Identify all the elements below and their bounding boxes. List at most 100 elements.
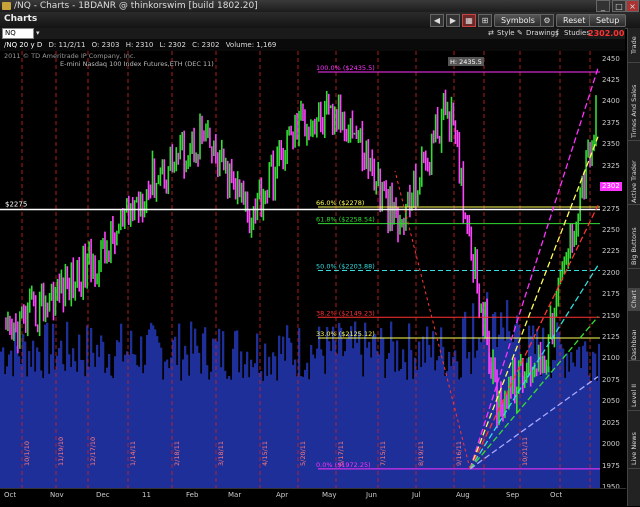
menu-bar: Charts ◀ ▶ ▦ ⊞ Symbols ⚙ Reset Setup: [0, 12, 640, 29]
volume-bar: [492, 314, 495, 488]
side-tab-level-ii[interactable]: Level II: [628, 380, 640, 411]
volume-bar: [232, 348, 235, 488]
price-axis-label: 1975: [602, 461, 620, 470]
minimize-button[interactable]: _: [596, 0, 610, 12]
side-tab-times-and-sales[interactable]: Times And Sales: [628, 82, 640, 141]
volume-bar: [256, 333, 259, 488]
price-chart[interactable]: 10/1/10 11/19/10 12/17/10 1/14/11 2/18/11 3/1…: [0, 51, 600, 488]
expiry-date-label: 3/18/11: [217, 441, 225, 466]
volume-bar: [100, 335, 103, 488]
expiry-date-label: 4/15/11: [261, 441, 269, 466]
fib-level-label: 100.0% ($2435.5): [316, 64, 375, 72]
volume-bar: [290, 342, 293, 488]
volume-bar: [268, 356, 271, 488]
volume-bar: [584, 341, 587, 488]
volume-bar: [34, 371, 37, 488]
link-icon[interactable]: ⊞: [478, 14, 492, 27]
volume-bar: [564, 377, 567, 488]
price-axis-label: 2325: [602, 161, 620, 170]
volume-bar: [18, 356, 21, 488]
volume-bar: [148, 329, 151, 488]
volume-bar: [262, 380, 265, 488]
volume-bar: [284, 360, 287, 488]
side-tab-live-news[interactable]: Live News: [628, 430, 640, 469]
quote-volume: Volume: 1,169: [225, 41, 277, 49]
volume-bar: [30, 366, 33, 488]
back-icon[interactable]: ◀: [430, 14, 444, 27]
settings-icon[interactable]: ⚙: [540, 14, 554, 27]
volume-bar: [324, 373, 327, 488]
volume-bar: [188, 375, 191, 488]
volume-bar: [276, 380, 279, 488]
volume-bar: [2, 347, 5, 488]
studies-menu[interactable]: Studies: [564, 28, 590, 39]
volume-bar: [310, 344, 313, 488]
volume-bar: [150, 322, 153, 488]
volume-bar: [254, 363, 257, 488]
volume-bar: [184, 345, 187, 488]
side-tab-trade[interactable]: Trade: [628, 28, 640, 63]
price-axis-label: 2400: [602, 97, 620, 106]
volume-bar: [430, 357, 433, 488]
volume-bar: [444, 375, 447, 488]
volume-bar: [86, 325, 89, 488]
symbols-button[interactable]: Symbols: [494, 14, 542, 27]
instrument-label: E-mini Nasdaq 100 Index Futures,ETH (DEC…: [60, 60, 214, 68]
quote-low: L: 2302: [159, 41, 186, 49]
volume-bar: [114, 356, 117, 488]
volume-bar: [478, 337, 481, 488]
volume-bar: [302, 376, 305, 488]
price-axis-label: 2175: [602, 290, 620, 299]
volume-bar: [408, 323, 411, 488]
side-tab-active-trader[interactable]: Active Trader: [628, 160, 640, 205]
volume-bar: [0, 351, 3, 488]
volume-bar: [186, 354, 189, 488]
volume-bar: [434, 370, 437, 488]
volume-bar: [374, 334, 377, 488]
setup-button[interactable]: Setup: [589, 14, 627, 27]
volume-bar: [74, 361, 77, 488]
volume-bar: [28, 351, 31, 488]
volume-bar: [4, 374, 7, 488]
volume-bar: [120, 323, 123, 488]
price-axis-label: 2025: [602, 418, 620, 427]
volume-bar: [200, 373, 203, 488]
grid-layout-icon[interactable]: ▦: [462, 14, 476, 27]
style-menu[interactable]: Style: [497, 28, 515, 39]
symbol-input[interactable]: NQ: [2, 28, 34, 39]
volume-bar: [562, 348, 565, 488]
maximize-button[interactable]: □: [612, 0, 626, 12]
app-icon: [2, 2, 11, 10]
close-button[interactable]: ×: [626, 0, 639, 12]
fib-level-label: 38.2% ($2149.23): [316, 309, 375, 317]
volume-bar: [124, 354, 127, 488]
volume-bar: [94, 366, 97, 488]
volume-bar: [88, 366, 91, 488]
volume-bar: [206, 365, 209, 488]
volume-bar: [138, 366, 141, 488]
drawings-menu[interactable]: Drawings: [526, 28, 559, 39]
side-tab-dashboard[interactable]: Dashboard: [628, 330, 640, 361]
volume-bar: [390, 321, 393, 488]
volume-bar: [104, 372, 107, 488]
volume-bar: [204, 327, 207, 488]
volume-bar: [142, 373, 145, 488]
volume-bar: [292, 364, 295, 488]
volume-bar: [250, 359, 253, 488]
volume-bar: [134, 354, 137, 488]
volume-bar: [84, 376, 87, 488]
volume-bar: [58, 347, 61, 488]
volume-bar: [596, 380, 599, 488]
reset-button[interactable]: Reset: [556, 14, 593, 27]
forward-icon[interactable]: ▶: [446, 14, 460, 27]
side-tab-big-buttons[interactable]: Big Buttons: [628, 224, 640, 269]
price-axis-label: 2200: [602, 268, 620, 277]
share-icon[interactable]: ⇄: [488, 28, 494, 39]
volume-bar: [266, 375, 269, 488]
fib-level-label: 66.0% ($2278): [316, 199, 364, 207]
dropdown-icon[interactable]: ▾: [36, 28, 40, 39]
quote-close: C: 2302: [192, 41, 220, 49]
volume-bar: [196, 345, 199, 488]
side-tab-chart[interactable]: Chart: [628, 288, 640, 311]
volume-bar: [428, 345, 431, 488]
